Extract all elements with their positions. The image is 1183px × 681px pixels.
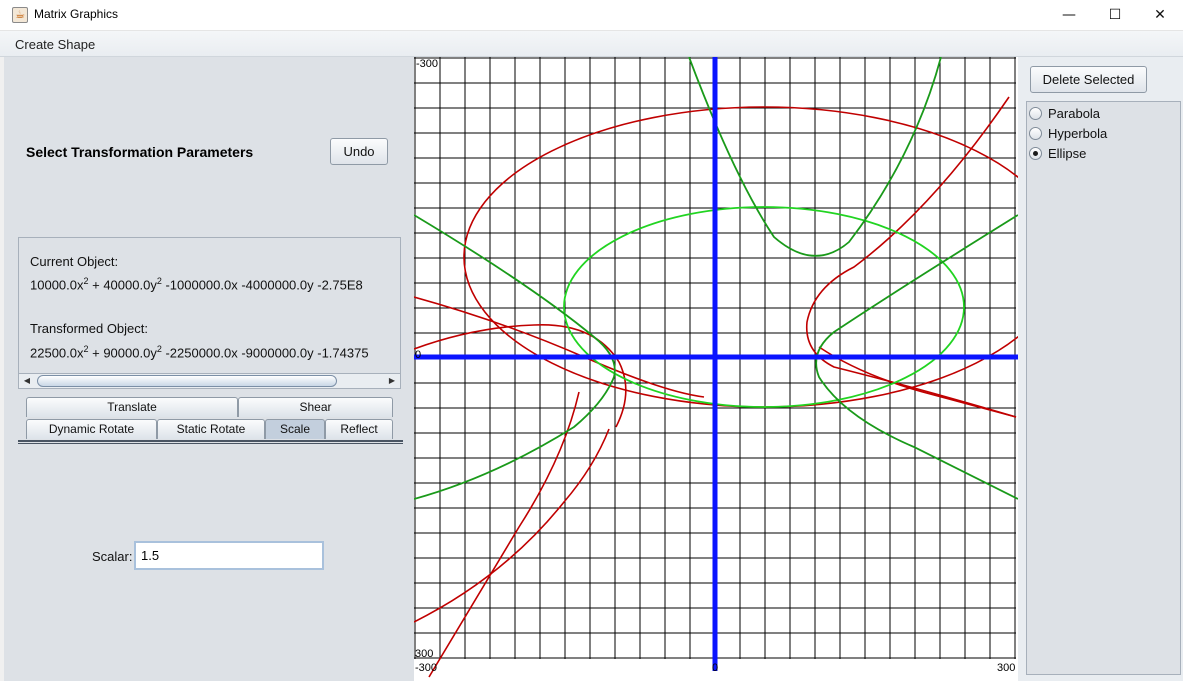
tab-divider <box>18 440 403 444</box>
radio-button-checked-icon[interactable] <box>1029 147 1042 160</box>
radio-label-ellipse: Ellipse <box>1048 146 1087 161</box>
radio-label-parabola: Parabola <box>1048 106 1101 121</box>
equation-horizontal-scrollbar[interactable]: ◀ ▶ <box>18 373 401 389</box>
tab-reflect[interactable]: Reflect <box>325 419 393 439</box>
menu-create-shape[interactable]: Create Shape <box>15 37 95 52</box>
window-title: Matrix Graphics <box>34 7 119 21</box>
transformed-object-equation: 22500.0x2 + 90000.0y2 -2250000.0x -90000… <box>30 344 369 361</box>
y-top-label: -300 <box>416 58 438 70</box>
radio-button-icon[interactable] <box>1029 127 1042 140</box>
panel-heading: Select Transformation Parameters <box>26 144 254 160</box>
minimize-button[interactable]: — <box>1046 0 1092 31</box>
original-curve-lower-left-b <box>428 391 580 678</box>
maximize-button[interactable]: ☐ <box>1092 0 1138 31</box>
close-button[interactable]: ✕ <box>1137 0 1183 31</box>
graph-canvas[interactable]: -300 0 300 -300 0 300 <box>414 57 1018 681</box>
x-min-label: -300 <box>415 662 437 674</box>
radio-label-hyperbola: Hyperbola <box>1048 126 1108 141</box>
shape-radio-group <box>1026 101 1181 675</box>
y-zero-label: 0 <box>415 349 421 361</box>
java-app-icon: ☕ <box>12 7 28 23</box>
scroll-left-icon[interactable]: ◀ <box>20 374 34 388</box>
undo-button[interactable]: Undo <box>330 138 388 165</box>
tab-scale[interactable]: Scale <box>265 419 325 439</box>
tab-translate[interactable]: Translate <box>26 397 238 417</box>
scalar-label: Scalar: <box>92 549 133 564</box>
delete-selected-button[interactable]: Delete Selected <box>1030 66 1147 93</box>
menu-bar: Create Shape <box>0 31 1183 57</box>
title-bar: ☕ Matrix Graphics — ☐ ✕ <box>0 0 1183 31</box>
current-object-label: Current Object: <box>30 254 119 269</box>
tab-dynamic-rotate[interactable]: Dynamic Rotate <box>26 419 157 439</box>
scroll-right-icon[interactable]: ▶ <box>385 374 399 388</box>
original-ellipse <box>463 106 1018 408</box>
y-bottom-label: 300 <box>415 648 433 660</box>
radio-button-icon[interactable] <box>1029 107 1042 120</box>
transformed-object-label: Transformed Object: <box>30 321 149 336</box>
tab-shear[interactable]: Shear <box>238 397 393 417</box>
original-hyperbola-right <box>805 96 1017 418</box>
equation-display: Current Object: 10000.0x2 + 40000.0y2 -1… <box>18 237 401 374</box>
x-zero-label: 0 <box>712 662 718 674</box>
graph-svg: -300 0 300 -300 0 300 <box>414 57 1018 678</box>
scrollbar-thumb[interactable] <box>37 375 337 387</box>
tab-static-rotate[interactable]: Static Rotate <box>157 419 265 439</box>
current-object-equation: 10000.0x2 + 40000.0y2 -1000000.0x -40000… <box>30 276 363 293</box>
x-max-label: 300 <box>997 662 1015 674</box>
scalar-input[interactable] <box>134 541 324 570</box>
